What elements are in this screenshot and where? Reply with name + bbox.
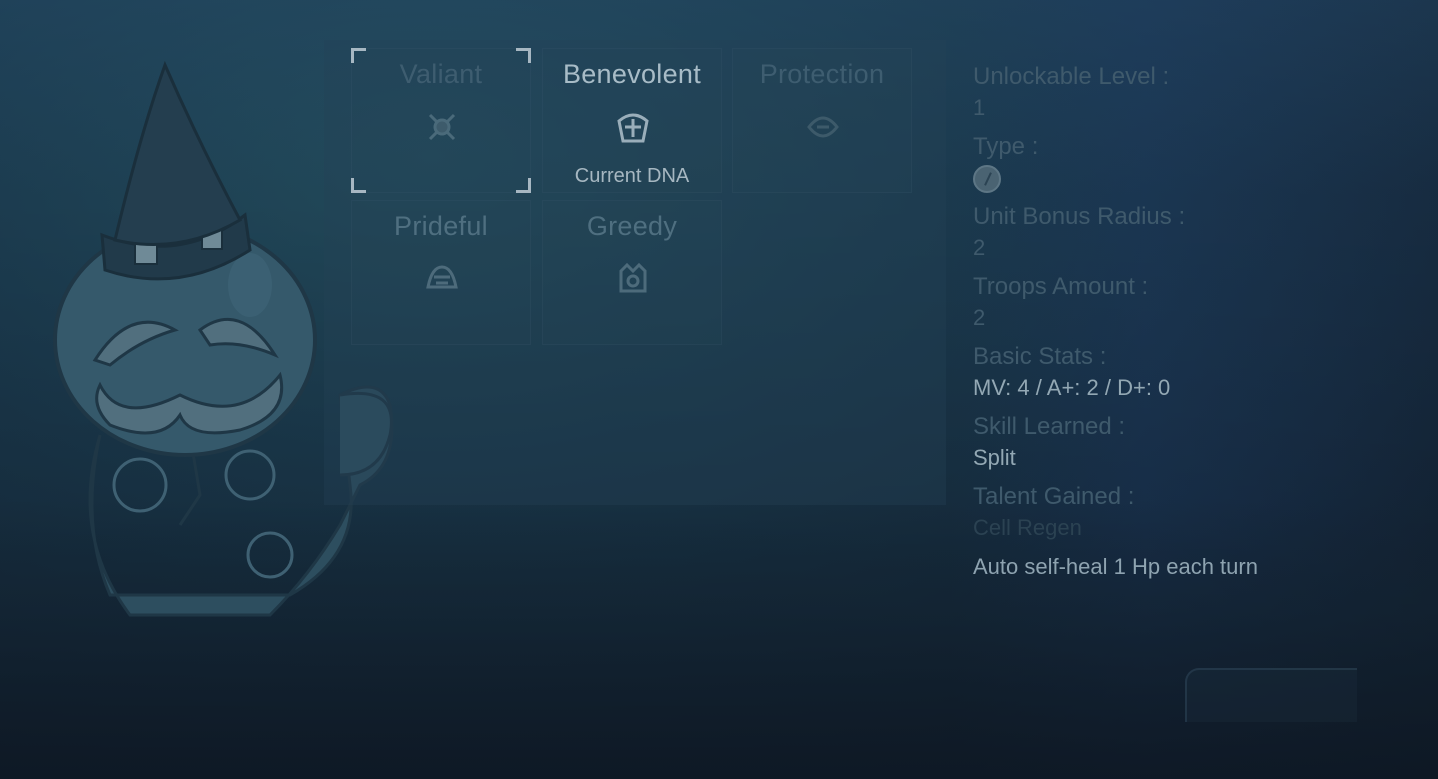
dna-card-protection[interactable]: Protection [732,48,912,193]
benevolent-emblem-icon [617,113,649,143]
radius-label: Unit Bonus Radius : [973,203,1186,230]
dna-label: Prideful [394,211,488,241]
confirm-button[interactable] [1185,668,1357,722]
dna-card-valiant[interactable]: Valiant [351,48,531,193]
troops-value: 2 [973,305,986,330]
dna-label: Protection [759,59,885,89]
stats-label: Basic Stats : [973,343,1107,370]
type-row: Type : [973,132,1413,202]
dna-card-benevolent[interactable]: Benevolent Current DNA [542,48,722,193]
stats-row: Basic Stats : MV: 4 / A+: 2 / D+: 0 [973,342,1413,412]
dna-card-prideful[interactable]: Prideful [351,200,531,345]
dna-selection-panel: Valiant Benevolent Current DNA Protectio… [324,40,946,505]
greedy-emblem-icon [619,262,647,293]
stats-value: MV: 4 / A+: 2 / D+: 0 [973,375,1171,400]
compass-icon [973,165,1001,193]
troops-row: Troops Amount : 2 [973,272,1413,342]
unlockable-level-value: 1 [973,95,986,120]
dna-label: Benevolent [562,59,702,89]
talent-label: Talent Gained : [973,483,1135,510]
talent-value: Cell Regen [973,515,1082,540]
dna-label: Greedy [586,211,678,241]
radius-row: Unit Bonus Radius : 2 [973,202,1413,272]
talent-row: Talent Gained : Cell Regen [973,482,1413,552]
protection-emblem-icon [807,116,839,138]
type-label: Type : [973,133,1039,160]
dna-info-panel: Unlockable Level : 1 Type : Unit Bonus R… [973,62,1413,580]
selection-bracket [516,178,531,193]
radius-value: 2 [973,235,986,260]
unlockable-level-label: Unlockable Level : [973,63,1170,90]
current-dna-tag: Current DNA [574,165,690,187]
dna-label: Valiant [399,59,483,89]
dna-card-greedy[interactable]: Greedy [542,200,722,345]
troops-label: Troops Amount : [973,273,1149,300]
skill-row: Skill Learned : Split [973,412,1413,482]
talent-description: Auto self-heal 1 Hp each turn [973,554,1258,579]
skill-label: Skill Learned : [973,413,1126,440]
unlockable-level-row: Unlockable Level : 1 [973,62,1413,132]
prideful-emblem-icon [426,265,458,289]
valiant-emblem-icon [428,113,456,141]
skill-value: Split [973,445,1016,470]
selection-bracket [351,178,366,193]
